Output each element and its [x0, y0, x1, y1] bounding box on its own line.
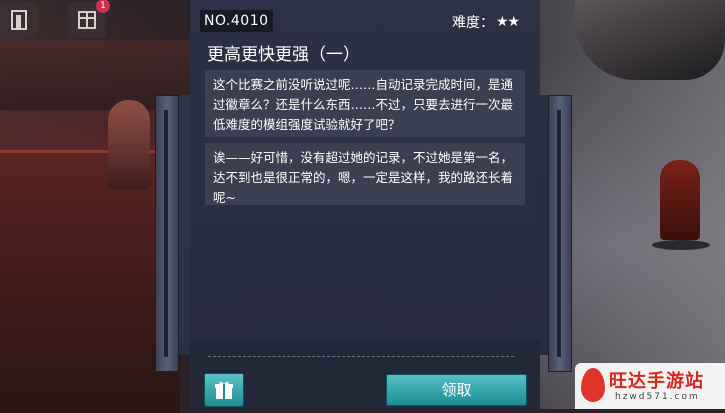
watermark: 旺达手游站 hzwd571.com — [575, 363, 725, 409]
bar-stool-base — [652, 240, 710, 250]
bar-stool — [660, 160, 700, 240]
challenge-number: NO.4010 — [200, 10, 273, 32]
dialog-text-first: 这个比赛之前没听说过呢……自动记录完成时间，是通过徽章么？还是什么东西……不过，… — [205, 70, 525, 137]
hud-door-button[interactable] — [0, 2, 38, 38]
claim-button[interactable]: 领取 — [386, 374, 527, 406]
character-figure — [108, 100, 150, 190]
difficulty-stars: ★★ — [496, 14, 520, 30]
challenge-title: 更高更快更强（一） — [207, 45, 360, 65]
envelope-frame-right — [548, 95, 572, 372]
gift-icon — [215, 381, 233, 399]
envelope-frame-left — [155, 95, 179, 372]
watermark-domain: hzwd571.com — [615, 392, 700, 402]
difficulty-rating: 难度： ★★ — [452, 12, 520, 32]
watermark-logo — [581, 368, 605, 402]
difficulty-label: 难度： — [452, 15, 494, 31]
watermark-brand: 旺达手游站 — [609, 371, 704, 392]
divider-line — [208, 356, 514, 357]
dialog-text-second: 诶——好可惜，没有超过她的记录，不过她是第一名，达不到也是很正常的，嗯，一定是这… — [205, 143, 525, 205]
gift-button[interactable] — [204, 373, 244, 407]
calendar-icon — [78, 11, 96, 29]
bar-counter — [0, 150, 180, 413]
door-icon — [11, 10, 27, 30]
